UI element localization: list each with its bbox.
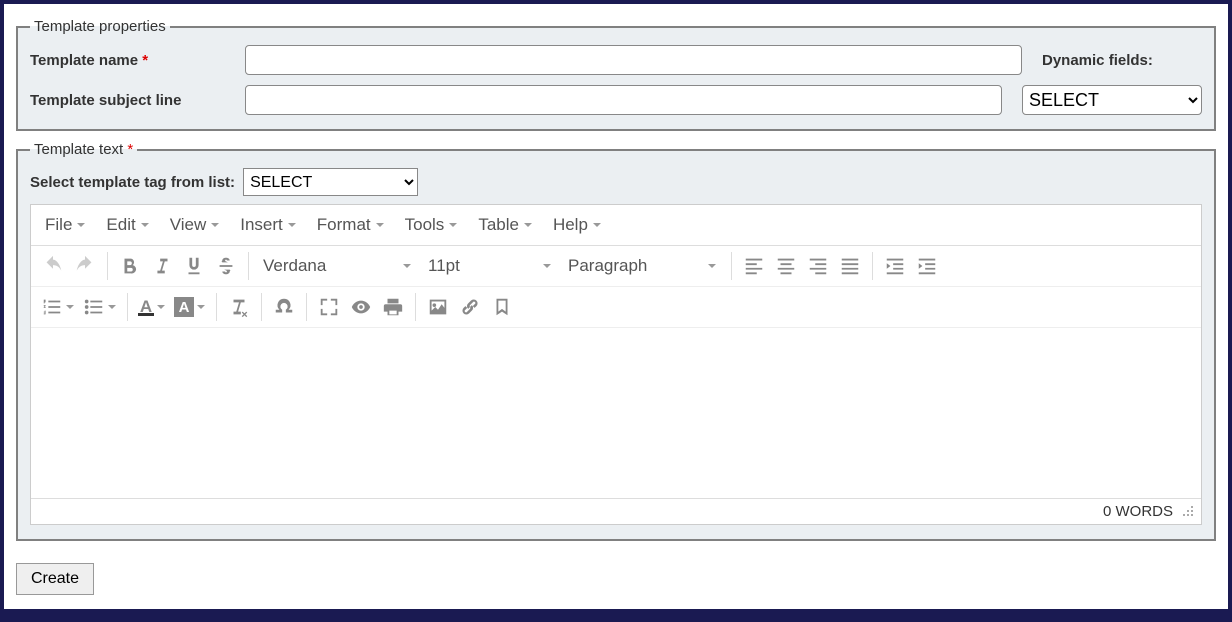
template-text-legend: Template text * xyxy=(30,141,137,158)
template-subject-label: Template subject line xyxy=(30,92,245,109)
menu-table[interactable]: Table xyxy=(468,211,543,239)
outdent-button[interactable] xyxy=(879,250,911,282)
chevron-down-icon xyxy=(542,256,552,276)
redo-button[interactable] xyxy=(69,250,101,282)
chevron-down-icon xyxy=(287,215,297,235)
chevron-down-icon xyxy=(196,299,206,316)
menu-tools[interactable]: Tools xyxy=(395,211,469,239)
align-right-button[interactable] xyxy=(802,250,834,282)
template-tag-label: Select template tag from list: xyxy=(30,174,235,191)
editor-toolbar-2: A A xyxy=(31,287,1201,328)
bullet-list-button[interactable] xyxy=(79,291,121,323)
underline-button[interactable] xyxy=(178,250,210,282)
chevron-down-icon xyxy=(375,215,385,235)
template-text-fieldset: Template text * Select template tag from… xyxy=(16,141,1216,541)
chevron-down-icon xyxy=(76,215,86,235)
chevron-down-icon xyxy=(592,215,602,235)
editor-menubar: File Edit View Insert Format Tools Table… xyxy=(31,205,1201,246)
chevron-down-icon xyxy=(107,299,117,316)
insert-link-button[interactable] xyxy=(454,291,486,323)
menu-help[interactable]: Help xyxy=(543,211,612,239)
chevron-down-icon xyxy=(448,215,458,235)
template-subject-input[interactable] xyxy=(245,85,1002,115)
chevron-down-icon xyxy=(707,256,717,276)
editor-statusbar: 0 WORDS xyxy=(31,498,1201,524)
menu-edit[interactable]: Edit xyxy=(96,211,159,239)
chevron-down-icon xyxy=(523,215,533,235)
chevron-down-icon xyxy=(65,299,75,316)
editor-toolbar-1: Verdana 11pt Paragraph xyxy=(31,246,1201,287)
chevron-down-icon xyxy=(402,256,412,276)
template-tag-select[interactable]: SELECT xyxy=(243,168,418,196)
resize-grip-icon[interactable] xyxy=(1181,503,1193,520)
font-size-dropdown[interactable]: 11pt xyxy=(420,250,560,282)
strikethrough-button[interactable] xyxy=(210,250,242,282)
word-count-label: 0 WORDS xyxy=(1103,503,1173,520)
dynamic-fields-label: Dynamic fields: xyxy=(1022,52,1202,69)
align-justify-button[interactable] xyxy=(834,250,866,282)
dynamic-fields-select[interactable]: SELECT xyxy=(1022,85,1202,115)
editor-content-area[interactable] xyxy=(31,328,1201,498)
chevron-down-icon xyxy=(140,215,150,235)
template-properties-legend: Template properties xyxy=(30,18,170,35)
align-center-button[interactable] xyxy=(770,250,802,282)
menu-format[interactable]: Format xyxy=(307,211,395,239)
text-color-button[interactable]: A xyxy=(134,291,170,323)
bold-button[interactable] xyxy=(114,250,146,282)
template-name-input[interactable] xyxy=(245,45,1022,75)
fullscreen-button[interactable] xyxy=(313,291,345,323)
clear-formatting-button[interactable] xyxy=(223,291,255,323)
template-name-label: Template name * xyxy=(30,52,245,69)
create-button[interactable]: Create xyxy=(16,563,94,595)
menu-insert[interactable]: Insert xyxy=(230,211,307,239)
special-character-button[interactable] xyxy=(268,291,300,323)
indent-button[interactable] xyxy=(911,250,943,282)
menu-view[interactable]: View xyxy=(160,211,231,239)
chevron-down-icon xyxy=(156,299,166,316)
numbered-list-button[interactable] xyxy=(37,291,79,323)
anchor-button[interactable] xyxy=(486,291,518,323)
rich-text-editor: File Edit View Insert Format Tools Table… xyxy=(30,204,1202,525)
template-properties-fieldset: Template properties Template name * Dyna… xyxy=(16,18,1216,131)
print-button[interactable] xyxy=(377,291,409,323)
chevron-down-icon xyxy=(210,215,220,235)
insert-image-button[interactable] xyxy=(422,291,454,323)
undo-button[interactable] xyxy=(37,250,69,282)
font-family-dropdown[interactable]: Verdana xyxy=(255,250,420,282)
italic-button[interactable] xyxy=(146,250,178,282)
background-color-button[interactable]: A xyxy=(170,291,210,323)
menu-file[interactable]: File xyxy=(35,211,96,239)
align-left-button[interactable] xyxy=(738,250,770,282)
block-format-dropdown[interactable]: Paragraph xyxy=(560,250,725,282)
preview-button[interactable] xyxy=(345,291,377,323)
